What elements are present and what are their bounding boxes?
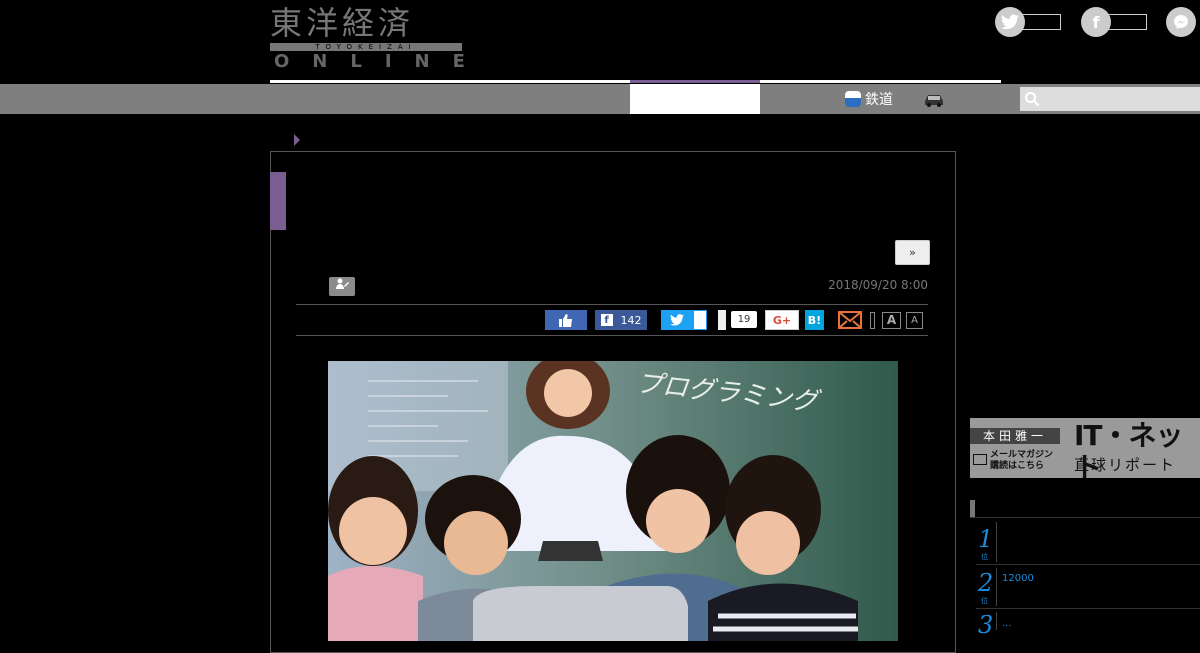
ranking-header <box>970 500 1200 518</box>
nav-item-railway[interactable]: 鉄道 <box>845 84 893 114</box>
banner-mail-line2: 購読はこちら <box>990 461 1045 471</box>
font-size-small-button[interactable]: A <box>906 312 923 329</box>
rank-item-text[interactable]: ... <box>1002 618 1012 629</box>
twitter-share-count <box>693 310 707 330</box>
logo-kanji: 東洋経済 <box>270 4 415 42</box>
site-logo[interactable]: 東洋経済 TOYOKEIZAI ONLINE <box>270 4 465 72</box>
facebook-follow[interactable]: f <box>1081 7 1147 37</box>
railway-icon <box>845 91 861 107</box>
ranking-header-accent <box>970 500 975 517</box>
rank-number: 3 <box>978 611 994 639</box>
rank-suffix: 位 <box>981 597 988 605</box>
hatena-bookmark-button[interactable]: B! <box>805 310 824 330</box>
rank-divider <box>996 612 997 630</box>
messenger-icon <box>1166 7 1196 37</box>
search-icon[interactable] <box>1024 91 1040 107</box>
nav-item-car[interactable] <box>922 84 946 114</box>
twitter-share-button[interactable] <box>661 310 693 330</box>
rank-suffix: 位 <box>981 553 988 561</box>
banner-subtitle: 直球リポート <box>1074 456 1177 474</box>
messenger-follow[interactable] <box>1166 7 1196 37</box>
logo-romaji: TOYOKEIZAI <box>270 43 462 51</box>
share-rule-top <box>296 304 928 305</box>
publish-date: 2018/09/20 8:00 <box>828 278 928 292</box>
nav-tab-active[interactable] <box>630 84 760 114</box>
facebook-share-button[interactable]: f 142 <box>595 310 647 330</box>
envelope-icon <box>973 454 987 465</box>
banner-mail-text: メールマガジン 購読はこちら <box>990 450 1053 472</box>
rank-number: 2 <box>978 569 994 597</box>
rank-separator <box>976 608 1200 609</box>
twitter-icon <box>670 314 684 326</box>
toolbar-separator <box>870 312 875 329</box>
search-input[interactable] <box>1020 87 1200 111</box>
rank-number: 1 <box>978 525 994 553</box>
nav-active-accent <box>630 80 760 83</box>
thumbs-up-icon <box>559 313 572 327</box>
share-rule-bottom <box>296 335 928 336</box>
nav-item-label: 鉄道 <box>865 92 893 108</box>
rank-divider <box>996 568 997 606</box>
next-page-button[interactable]: » <box>895 240 930 265</box>
breadcrumb-arrow-icon <box>294 134 300 146</box>
rank-separator <box>976 564 1200 565</box>
facebook-count-box <box>1107 14 1147 30</box>
facebook-like-button[interactable] <box>545 310 587 330</box>
facebook-icon: f <box>600 314 613 326</box>
author-icon[interactable] <box>329 277 355 296</box>
google-plus-button[interactable]: G+ <box>765 310 799 330</box>
facebook-share-count: 142 <box>620 313 642 327</box>
car-icon <box>925 95 943 107</box>
rank-divider <box>996 522 997 562</box>
rank-item-text[interactable]: 12000 <box>1002 573 1034 584</box>
banner-author-name: 本田雅一 <box>970 428 1060 444</box>
article-photo: プログラミング <box>328 361 898 641</box>
banner-mail-line1: メールマガジン <box>990 450 1054 460</box>
mail-icon[interactable] <box>838 311 862 329</box>
twitter-follow[interactable] <box>995 7 1061 37</box>
font-size-large-button[interactable]: A <box>882 312 901 329</box>
pocket-button[interactable] <box>718 310 726 330</box>
twitter-count-box <box>1021 14 1061 30</box>
logo-online: ONLINE <box>274 51 488 72</box>
title-accent-bar <box>270 172 286 230</box>
newsletter-banner[interactable]: 本田雅一 メールマガジン 購読はこちら IT・ネット 直球リポート <box>970 418 1200 478</box>
pocket-count: 19 <box>731 311 757 328</box>
